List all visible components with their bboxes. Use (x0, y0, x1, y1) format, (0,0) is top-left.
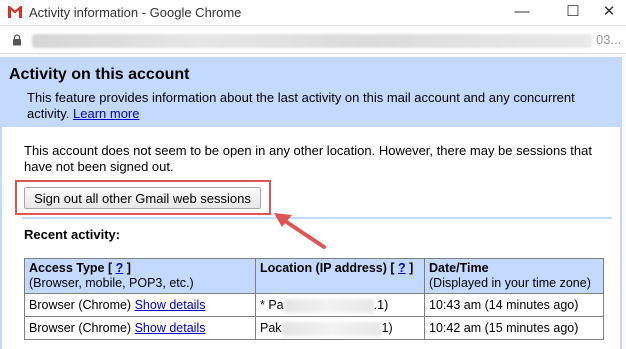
activity-panel: Activity on this account This feature pr… (0, 57, 622, 349)
window-title: Activity information - Google Chrome (29, 5, 242, 20)
table-header-row: Access Type [ ? ] (Browser, mobile, POP3… (24, 258, 604, 294)
browser-title-bar: Activity information - Google Chrome — ☐… (0, 0, 626, 26)
cell-location: * Pa .1) (255, 293, 425, 317)
table-row: Browser (Chrome) Show details Pak 1) 10:4… (24, 316, 604, 340)
minimize-button[interactable]: — (510, 2, 534, 24)
location-start: Pak (260, 321, 282, 335)
cell-date-time: 10:42 am (15 minutes ago) (424, 316, 604, 340)
gmail-icon (7, 5, 23, 19)
location-start: * Pa (260, 298, 284, 312)
header-location: Location (IP address) [ ? ] (255, 258, 425, 294)
url-tail: 03... (596, 32, 622, 47)
redacted-ip (283, 298, 374, 313)
address-bar[interactable]: 03... (0, 26, 626, 54)
cell-access-type: Browser (Chrome) Show details (24, 293, 256, 317)
header-sub: (Browser, mobile, POP3, etc.) (29, 276, 194, 290)
learn-more-link[interactable]: Learn more (73, 106, 139, 121)
cell-date-time: 10:43 am (14 minutes ago) (424, 293, 604, 317)
sign-out-all-sessions-button[interactable]: Sign out all other Gmail web sessions (24, 187, 261, 209)
cell-location: Pak 1) (255, 316, 425, 340)
header-label: Access Type (29, 261, 105, 275)
help-link[interactable]: ? (116, 261, 124, 275)
panel-header: Activity on this account This feature pr… (2, 57, 620, 127)
help-link[interactable]: ? (398, 261, 406, 275)
session-notice: This account does not seem to be open in… (24, 143, 592, 174)
show-details-link[interactable]: Show details (135, 298, 206, 312)
location-end: .1) (373, 298, 389, 312)
header-label: Date/Time (429, 261, 489, 275)
annotation-arrow-icon (274, 213, 326, 249)
redacted-ip (281, 321, 382, 336)
header-label: Location (IP address) (260, 261, 387, 275)
header-date-time: Date/Time (Displayed in your time zone) (424, 258, 604, 294)
page-content: Activity on this account This feature pr… (0, 54, 626, 349)
close-button[interactable]: ✕ (597, 2, 621, 24)
recent-activity-heading: Recent activity: (24, 227, 121, 242)
show-details-link[interactable]: Show details (135, 321, 206, 335)
activity-table: Access Type [ ? ] (Browser, mobile, POP3… (24, 258, 604, 340)
header-access-type: Access Type [ ? ] (Browser, mobile, POP3… (24, 258, 256, 294)
access-type-text: Browser (Chrome) (29, 321, 132, 335)
intro-text: This feature provides information about … (27, 90, 587, 122)
lock-icon (13, 34, 21, 46)
page-title: Activity on this account (9, 66, 190, 83)
table-row: Browser (Chrome) Show details * Pa .1) 10… (24, 293, 604, 317)
header-sub: (Displayed in your time zone) (429, 276, 591, 290)
location-end: 1) (381, 321, 393, 335)
maximize-button[interactable]: ☐ (561, 2, 585, 24)
url-text-redacted[interactable] (32, 34, 592, 48)
access-type-text: Browser (Chrome) (29, 298, 132, 312)
cell-access-type: Browser (Chrome) Show details (24, 316, 256, 340)
